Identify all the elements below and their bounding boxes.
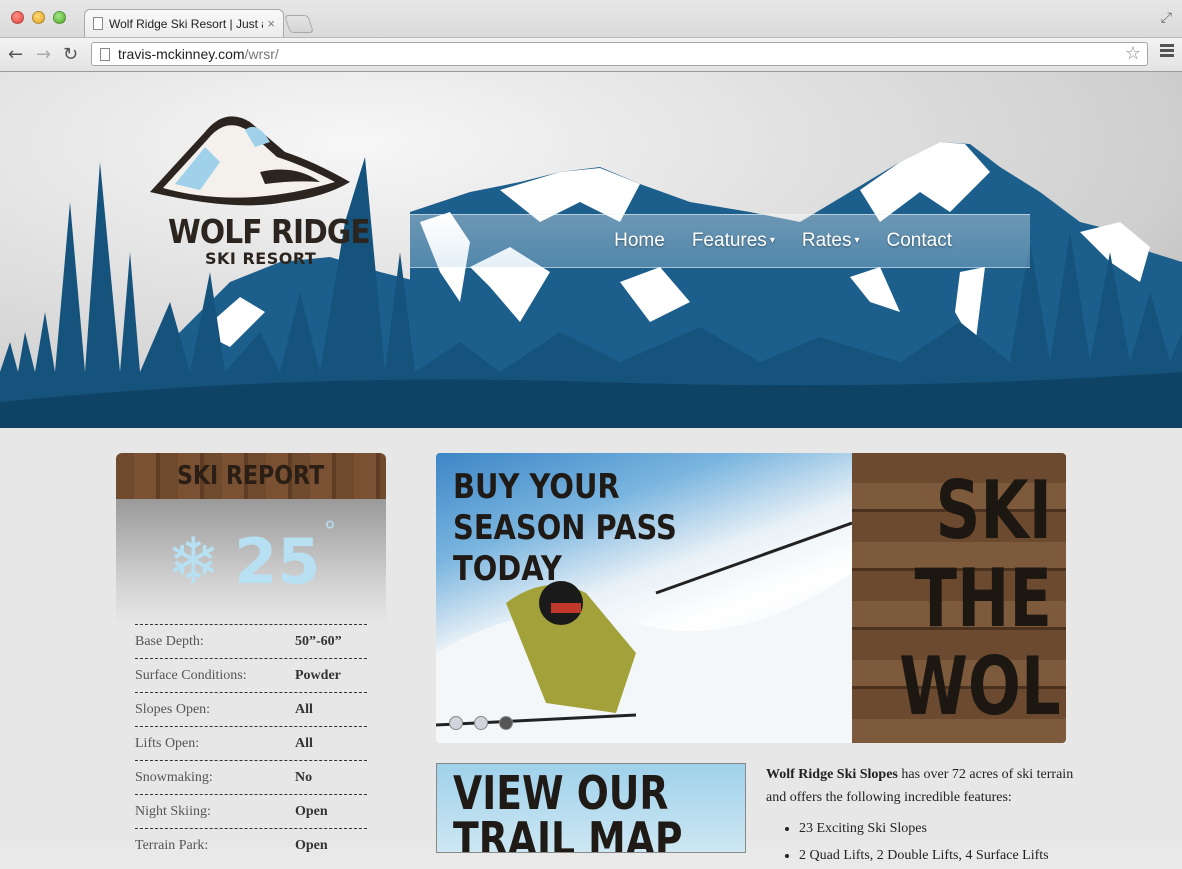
slopes-description: Wolf Ridge Ski Slopes has over 72 acres … [766, 763, 1076, 869]
report-row: Snowmaking: No [135, 760, 367, 794]
logo-subtitle: SKI RESORT [205, 249, 317, 268]
browser-tab[interactable]: Wolf Ridge Ski Resort | Just a × [84, 9, 284, 37]
report-value: All [295, 701, 313, 717]
description-paragraph: Wolf Ridge Ski Slopes has over 72 acres … [766, 763, 1076, 809]
ski-report-panel: SKI REPORT ❄ 25 ° Base Depth: 50”-60” Sur… [116, 453, 386, 853]
report-row: Base Depth: 50”-60” [135, 624, 367, 658]
list-item: 2 Quad Lifts, 2 Double Lifts, 4 Surface … [799, 842, 1076, 869]
report-value: Powder [295, 667, 341, 683]
trail-map-link[interactable]: VIEW OUR TRAIL MAP [436, 763, 746, 853]
close-window-button[interactable] [11, 11, 24, 24]
description-lead: Wolf Ridge Ski Slopes [766, 767, 898, 782]
report-row: Surface Conditions: Powder [135, 658, 367, 692]
report-label: Terrain Park: [135, 837, 209, 853]
report-label: Surface Conditions: [135, 667, 247, 683]
url-path: /wrsr/ [244, 46, 279, 62]
ski-report-table: Base Depth: 50”-60” Surface Conditions: Po… [116, 624, 386, 862]
tab-title: Wolf Ridge Ski Resort | Just a [109, 16, 264, 31]
slider-dot-active[interactable] [499, 716, 513, 730]
report-value: Open [295, 803, 328, 819]
nav-home-label: Home [614, 230, 665, 251]
window-controls [11, 11, 66, 24]
maximize-window-button[interactable] [53, 11, 66, 24]
browser-toolbar: ← → ↻ travis-mckinney.com/wrsr/ ☆ [0, 37, 1182, 71]
report-row: Lifts Open: All [135, 726, 367, 760]
trail-map-title: VIEW OUR TRAIL MAP [453, 766, 683, 853]
report-label: Base Depth: [135, 633, 204, 649]
ski-report-heading: SKI REPORT [177, 461, 325, 491]
report-label: Lifts Open: [135, 735, 200, 751]
tagline-line: THE [914, 552, 1052, 645]
nav-rates-label: Rates [801, 230, 852, 251]
report-value: 50”-60” [295, 633, 342, 649]
nav-home[interactable]: Home [614, 230, 665, 252]
temperature-display: ❄ 25 ° [116, 499, 386, 624]
report-value: Open [295, 837, 328, 853]
headline-line: TODAY [453, 549, 562, 589]
slider-pagination [449, 716, 513, 730]
report-row: Terrain Park: Open [135, 828, 367, 862]
browser-chrome: Wolf Ridge Ski Resort | Just a × ⤢ ← → ↻… [0, 0, 1182, 72]
report-label: Snowmaking: [135, 769, 213, 785]
nav-contact-label: Contact [886, 230, 952, 251]
address-bar[interactable]: travis-mckinney.com/wrsr/ ☆ [91, 42, 1148, 66]
headline-line: SEASON PASS [453, 508, 677, 548]
skier-photo: BUY YOUR SEASON PASS TODAY [436, 453, 852, 743]
slide-headline: BUY YOUR SEASON PASS TODAY [453, 467, 677, 590]
tagline-line: SKI [935, 464, 1052, 557]
nav-rates[interactable]: Rates ▾ [802, 230, 860, 252]
browser-menu-icon[interactable] [1160, 44, 1174, 59]
main-navigation: Home Features ▾ Rates ▾ Contact [410, 214, 1030, 268]
chevron-down-icon: ▾ [769, 235, 775, 247]
report-row: Slopes Open: All [135, 692, 367, 726]
report-label: Slopes Open: [135, 701, 211, 717]
wood-panel: SKI THE WOLF [852, 453, 1066, 743]
report-label: Night Skiing: [135, 803, 211, 819]
wolf-ridge-logo[interactable] [145, 102, 360, 212]
slider-dot[interactable] [449, 716, 463, 730]
back-arrow-icon[interactable]: ← [8, 44, 23, 65]
site-header: WOLF RIDGE SKI RESORT Home Features ▾ Rat… [0, 72, 1182, 428]
new-tab-button[interactable] [284, 15, 314, 33]
url-host: travis-mckinney.com [118, 46, 245, 62]
minimize-window-button[interactable] [32, 11, 45, 24]
snowflake-icon: ❄ [166, 524, 221, 599]
logo-title: WOLF RIDGE [168, 212, 371, 251]
close-tab-icon[interactable]: × [267, 16, 275, 31]
report-value: No [295, 769, 313, 785]
report-value: All [295, 735, 313, 751]
tagline-line: WOLF [899, 640, 1066, 733]
promo-slider[interactable]: BUY YOUR SEASON PASS TODAY SKI THE WOLF [436, 453, 1066, 743]
slider-dot[interactable] [474, 716, 488, 730]
bookmark-star-icon[interactable]: ☆ [1125, 43, 1141, 64]
list-item: 23 Exciting Ski Slopes [799, 815, 1076, 842]
forward-arrow-icon[interactable]: → [36, 44, 51, 65]
page-icon [100, 47, 110, 61]
report-row: Night Skiing: Open [135, 794, 367, 828]
chevron-down-icon: ▾ [854, 235, 860, 247]
headline-line: BUY YOUR [453, 467, 620, 507]
nav-features[interactable]: Features ▾ [692, 230, 775, 252]
ski-report-header: SKI REPORT [116, 453, 386, 499]
fullscreen-icon[interactable]: ⤢ [1161, 9, 1172, 26]
temperature-value: 25 [234, 525, 321, 598]
page-icon [93, 17, 103, 30]
slide-tagline: SKI THE WOLF [899, 467, 1066, 731]
degree-symbol: ° [324, 515, 336, 546]
nav-features-label: Features [691, 230, 767, 251]
nav-contact[interactable]: Contact [887, 230, 952, 252]
main-content: SKI REPORT ❄ 25 ° Base Depth: 50”-60” Sur… [0, 428, 1182, 863]
reload-icon[interactable]: ↻ [63, 44, 78, 65]
features-list: 23 Exciting Ski Slopes 2 Quad Lifts, 2 D… [766, 815, 1076, 869]
